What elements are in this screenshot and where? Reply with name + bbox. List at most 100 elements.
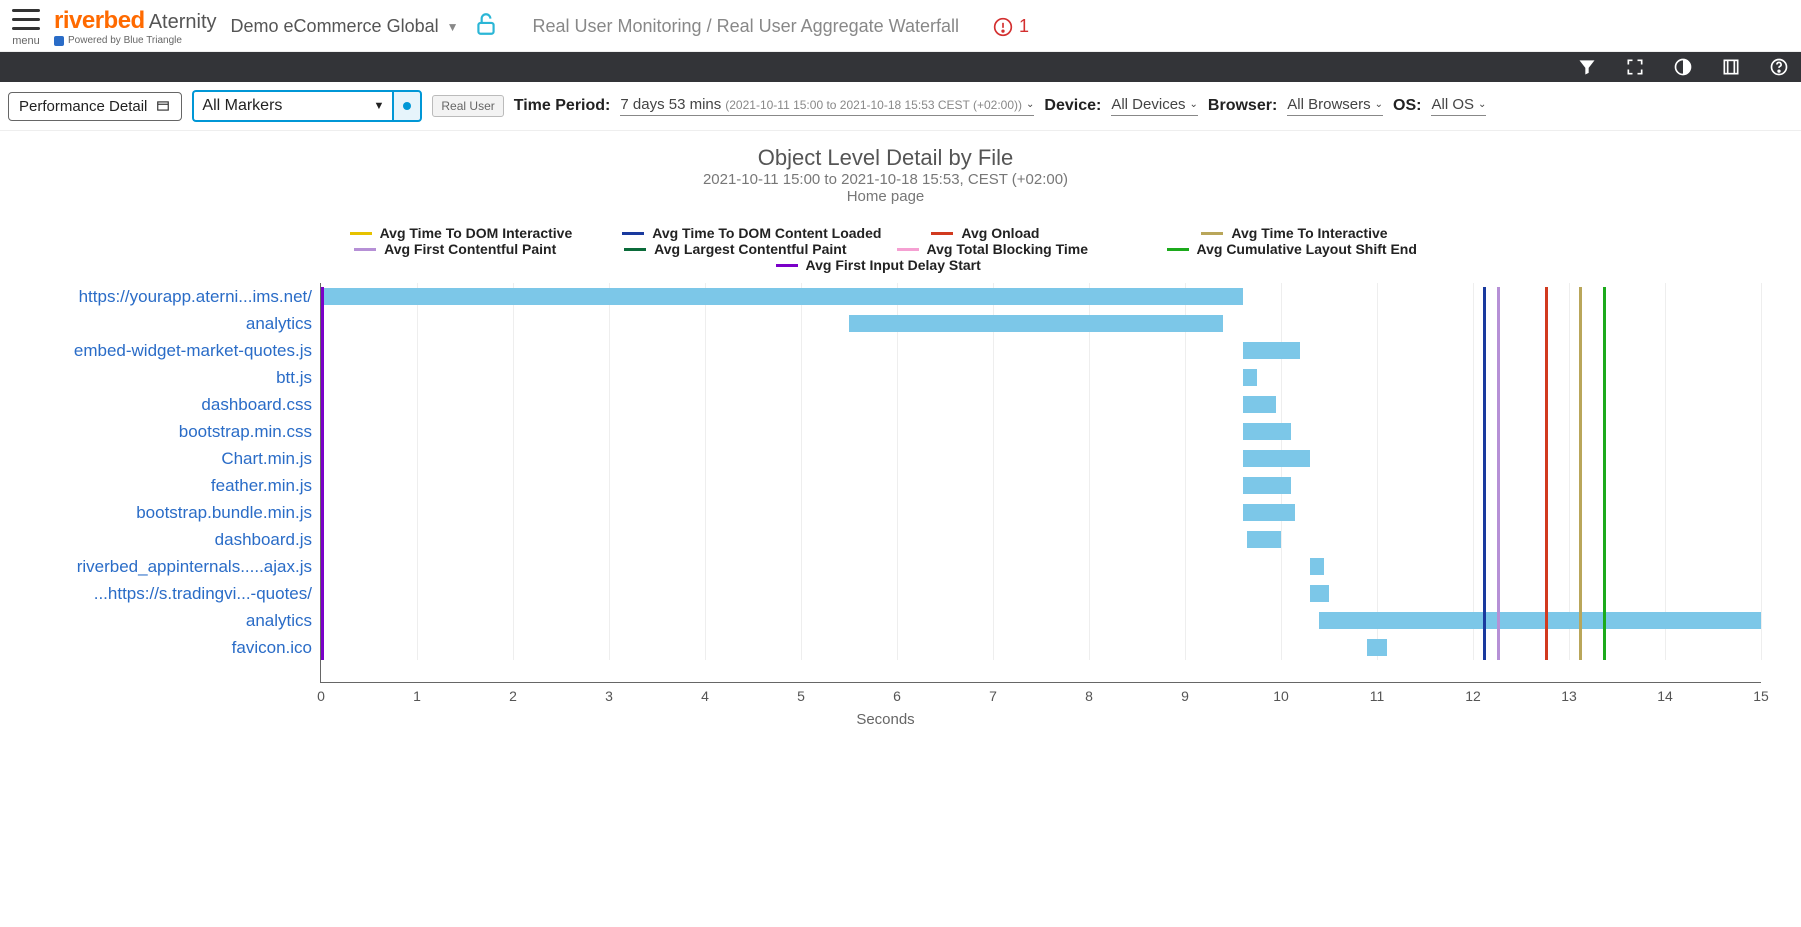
legend-item[interactable]: Avg Time To Interactive (1201, 225, 1421, 241)
waterfall-bar[interactable] (1243, 369, 1257, 386)
waterfall-bar[interactable] (1367, 639, 1386, 656)
x-axis-tick: 15 (1753, 688, 1769, 704)
triangle-icon (54, 36, 64, 46)
waterfall-row-label[interactable]: ...https://s.tradingvi...-quotes/ (10, 580, 312, 607)
x-axis-tick: 5 (797, 688, 805, 704)
waterfall-bar[interactable] (849, 315, 1223, 332)
time-period-value: 7 days 53 mins (620, 96, 721, 113)
marker-select-value: All Markers (202, 97, 282, 115)
contrast-icon[interactable] (1673, 57, 1693, 77)
device-selector[interactable]: All Devices ⌄ (1111, 96, 1198, 116)
legend-item[interactable]: Avg Cumulative Layout Shift End (1167, 241, 1417, 257)
legend-item[interactable]: Avg First Contentful Paint (354, 241, 574, 257)
fullscreen-icon[interactable] (1625, 57, 1645, 77)
grid-line (1665, 283, 1666, 660)
waterfall-row-label[interactable]: analytics (10, 310, 312, 337)
unlock-icon[interactable] (473, 11, 499, 42)
toolbar (0, 52, 1801, 82)
legend-label: Avg Largest Contentful Paint (654, 241, 846, 257)
waterfall-bar[interactable] (1243, 477, 1291, 494)
help-icon[interactable] (1769, 57, 1789, 77)
legend-swatch (776, 264, 798, 267)
site-selector[interactable]: Demo eCommerce Global ▼ (231, 16, 459, 37)
os-selector[interactable]: All OS ⌄ (1431, 96, 1486, 116)
x-axis-tick: 6 (893, 688, 901, 704)
waterfall-row-label[interactable]: riverbed_appinternals.....ajax.js (10, 553, 312, 580)
filter-icon[interactable] (1577, 57, 1597, 77)
waterfall-row-label[interactable]: Chart.min.js (10, 445, 312, 472)
x-axis-tick: 11 (1370, 688, 1385, 704)
marker-select[interactable]: All Markers ▼ (192, 90, 392, 122)
waterfall-bar[interactable] (1247, 531, 1281, 548)
grid-line (513, 283, 514, 660)
grid-line (1761, 283, 1762, 660)
waterfall-row-label[interactable]: dashboard.js (10, 526, 312, 553)
waterfall-bar[interactable] (1243, 342, 1301, 359)
legend-swatch (897, 248, 919, 251)
waterfall-row-label[interactable]: bootstrap.min.css (10, 418, 312, 445)
os-value: All OS (1431, 96, 1474, 113)
marker-line[interactable] (321, 287, 324, 660)
legend-item[interactable]: Avg Largest Contentful Paint (624, 241, 846, 257)
os-label: OS: (1393, 97, 1421, 115)
waterfall-bar[interactable] (1243, 450, 1310, 467)
waterfall-row-label[interactable]: feather.min.js (10, 472, 312, 499)
brand-main: riverbed (54, 7, 145, 35)
x-axis-tick: 10 (1273, 688, 1289, 704)
perf-detail-label: Performance Detail (19, 98, 147, 115)
grid-line (1281, 283, 1282, 660)
marker-line[interactable] (1483, 287, 1486, 660)
chevron-down-icon: ▼ (374, 100, 385, 112)
legend-item[interactable]: Avg Onload (931, 225, 1151, 241)
legend-label: Avg Cumulative Layout Shift End (1197, 241, 1417, 257)
waterfall-row-label[interactable]: bootstrap.bundle.min.js (10, 499, 312, 526)
legend-item[interactable]: Avg Total Blocking Time (897, 241, 1117, 257)
legend-label: Avg Time To DOM Content Loaded (652, 225, 881, 241)
waterfall-bar[interactable] (1243, 423, 1291, 440)
time-period-selector[interactable]: 7 days 53 mins (2021-10-11 15:00 to 2021… (620, 96, 1034, 116)
waterfall-row-label[interactable]: favicon.ico (10, 634, 312, 661)
x-axis-tick: 2 (509, 688, 517, 704)
bars-canvas: 0123456789101112131415 (320, 283, 1761, 683)
waterfall-bar[interactable] (1319, 612, 1761, 629)
brand-logo: riverbed Aternity Powered by Blue Triang… (54, 7, 217, 46)
waterfall-bar[interactable] (321, 288, 1243, 305)
performance-detail-button[interactable]: Performance Detail (8, 92, 182, 121)
marker-line[interactable] (1497, 287, 1500, 660)
marker-line[interactable] (1603, 287, 1606, 660)
grid-line (1089, 283, 1090, 660)
waterfall-row-label[interactable]: analytics (10, 607, 312, 634)
legend-item[interactable]: Avg First Input Delay Start (776, 257, 996, 273)
legend-swatch (624, 248, 646, 251)
x-axis-tick: 1 (413, 688, 421, 704)
menu-button[interactable]: menu (12, 6, 40, 47)
waterfall-row-label[interactable]: btt.js (10, 364, 312, 391)
x-axis-tick: 8 (1085, 688, 1093, 704)
legend-label: Avg First Contentful Paint (384, 241, 556, 257)
x-axis-tick: 4 (701, 688, 709, 704)
alert-indicator[interactable]: 1 (993, 16, 1029, 37)
plot-area: https://yourapp.aterni...ims.net/analyti… (10, 283, 1761, 683)
legend-item[interactable]: Avg Time To DOM Content Loaded (622, 225, 881, 241)
marker-line[interactable] (1579, 287, 1582, 660)
waterfall-bar[interactable] (1310, 558, 1324, 575)
waterfall-row-label[interactable]: dashboard.css (10, 391, 312, 418)
real-user-pill[interactable]: Real User (432, 95, 503, 117)
grid-line (1473, 283, 1474, 660)
legend-swatch (1201, 232, 1223, 235)
marker-pin-button[interactable] (392, 90, 422, 122)
waterfall-row-label[interactable]: https://yourapp.aterni...ims.net/ (10, 283, 312, 310)
x-axis-tick: 9 (1181, 688, 1189, 704)
waterfall-bar[interactable] (1243, 396, 1277, 413)
browser-selector[interactable]: All Browsers ⌄ (1287, 96, 1383, 116)
marker-line[interactable] (1545, 287, 1548, 660)
legend-label: Avg First Input Delay Start (806, 257, 981, 273)
brand-powered: Powered by Blue Triangle (68, 35, 182, 46)
waterfall-row-label[interactable]: embed-widget-market-quotes.js (10, 337, 312, 364)
waterfall-bar[interactable] (1243, 504, 1296, 521)
legend-swatch (931, 232, 953, 235)
legend-item[interactable]: Avg Time To DOM Interactive (350, 225, 573, 241)
waterfall-bar[interactable] (1310, 585, 1329, 602)
film-icon[interactable] (1721, 57, 1741, 77)
grid-line (993, 283, 994, 660)
